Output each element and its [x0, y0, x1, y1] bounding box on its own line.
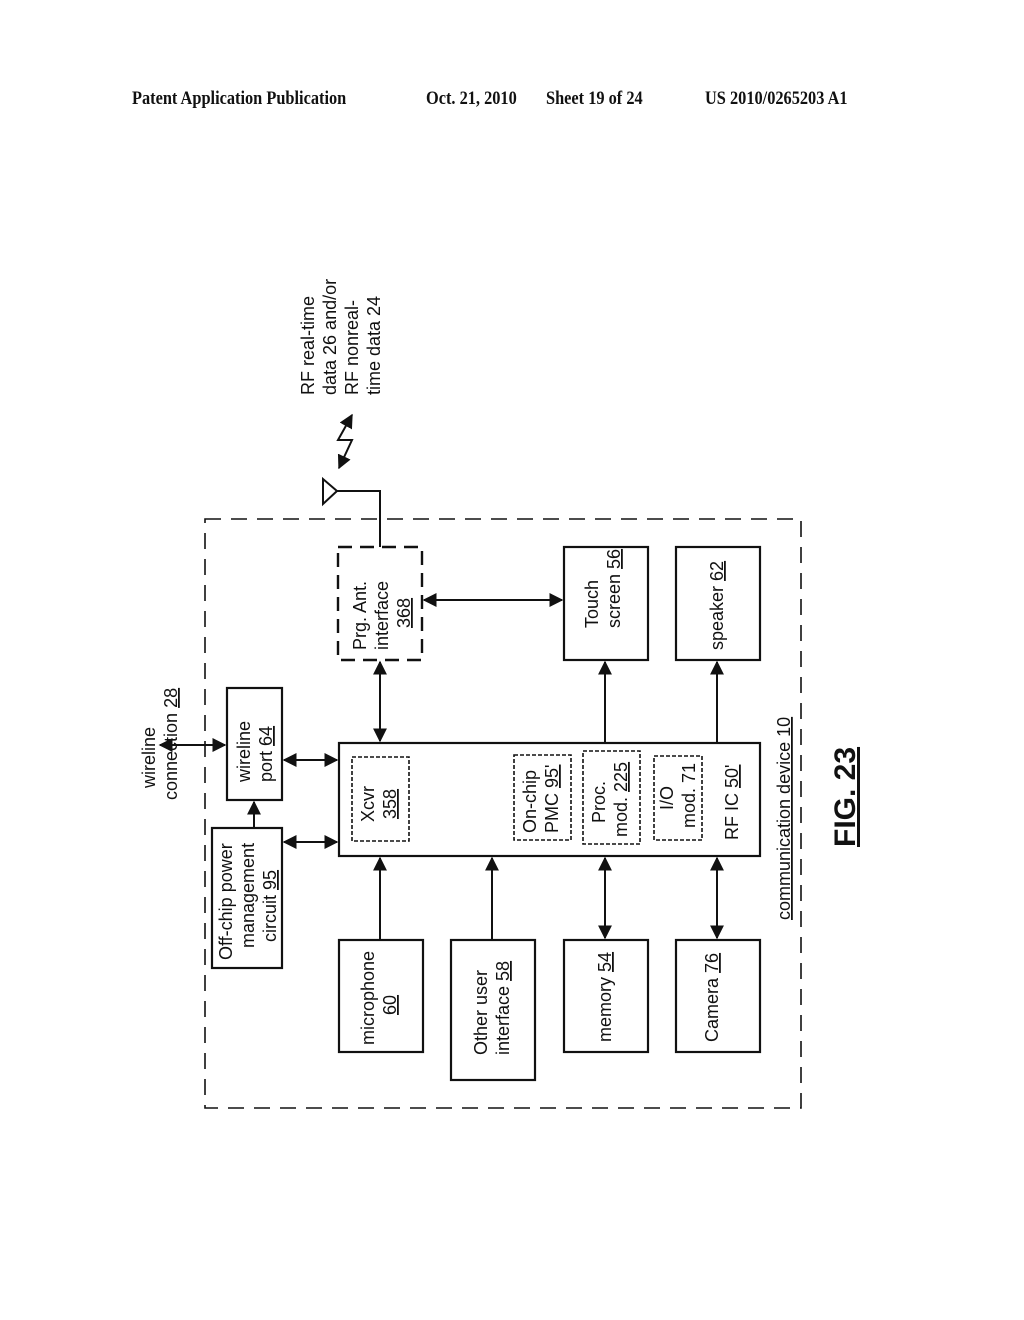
svg-text:microphone: microphone: [358, 951, 378, 1045]
block-diagram: RF real-time data 26 and/or RF nonreal- …: [139, 279, 862, 1109]
svg-text:I/O: I/O: [657, 786, 677, 810]
svg-text:368: 368: [394, 598, 414, 628]
svg-text:interface 58: interface 58: [493, 961, 513, 1055]
antenna-icon: [322, 476, 381, 547]
wireline-connection-label: wireline connection 28: [139, 688, 181, 800]
svg-text:On-chip: On-chip: [520, 770, 540, 833]
svg-text:connection 28: connection 28: [161, 688, 181, 800]
svg-text:data 26 and/or: data 26 and/or: [320, 279, 340, 395]
memory-label: memory 54: [595, 952, 615, 1042]
rf-ic-label: RF IC 50': [722, 765, 742, 840]
svg-text:port 64: port 64: [256, 726, 276, 782]
svg-text:RF nonreal-: RF nonreal-: [342, 300, 362, 395]
svg-text:PMC 95': PMC 95': [542, 765, 562, 833]
svg-text:screen 56: screen 56: [604, 549, 624, 628]
svg-text:communication device 10: communication device 10: [774, 717, 794, 920]
svg-text:interface: interface: [372, 581, 392, 650]
speaker-label: speaker 62: [707, 561, 727, 650]
communication-device-label: communication device 10: [774, 717, 794, 920]
svg-text:time data 24: time data 24: [364, 296, 384, 395]
svg-text:RF IC 50': RF IC 50': [722, 765, 742, 840]
rf-data-label: RF real-time data 26 and/or RF nonreal- …: [298, 279, 384, 395]
svg-text:60: 60: [380, 995, 400, 1015]
svg-text:wireline: wireline: [234, 721, 254, 783]
svg-text:speaker 62: speaker 62: [707, 561, 727, 650]
svg-text:wireline: wireline: [139, 727, 159, 789]
rf-signal-icon: [336, 413, 354, 470]
svg-text:Off-chip power: Off-chip power: [216, 843, 236, 960]
svg-text:Camera 76: Camera 76: [702, 953, 722, 1042]
svg-text:Proc.: Proc.: [589, 781, 609, 823]
svg-text:management: management: [238, 843, 258, 948]
svg-text:RF real-time: RF real-time: [298, 296, 318, 395]
svg-text:mod. 225: mod. 225: [611, 762, 631, 837]
svg-text:FIG. 23: FIG. 23: [829, 747, 862, 847]
svg-text:memory 54: memory 54: [595, 952, 615, 1042]
svg-text:358: 358: [380, 789, 400, 819]
svg-text:Prg. Ant.: Prg. Ant.: [350, 581, 370, 650]
svg-text:Other user: Other user: [471, 970, 491, 1055]
figure-label: FIG. 23: [829, 747, 862, 847]
svg-text:Xcvr: Xcvr: [358, 786, 378, 822]
svg-text:circuit 95: circuit 95: [260, 870, 280, 942]
camera-label: Camera 76: [702, 953, 722, 1042]
svg-text:mod. 71: mod. 71: [679, 763, 699, 828]
svg-text:Touch: Touch: [582, 580, 602, 628]
